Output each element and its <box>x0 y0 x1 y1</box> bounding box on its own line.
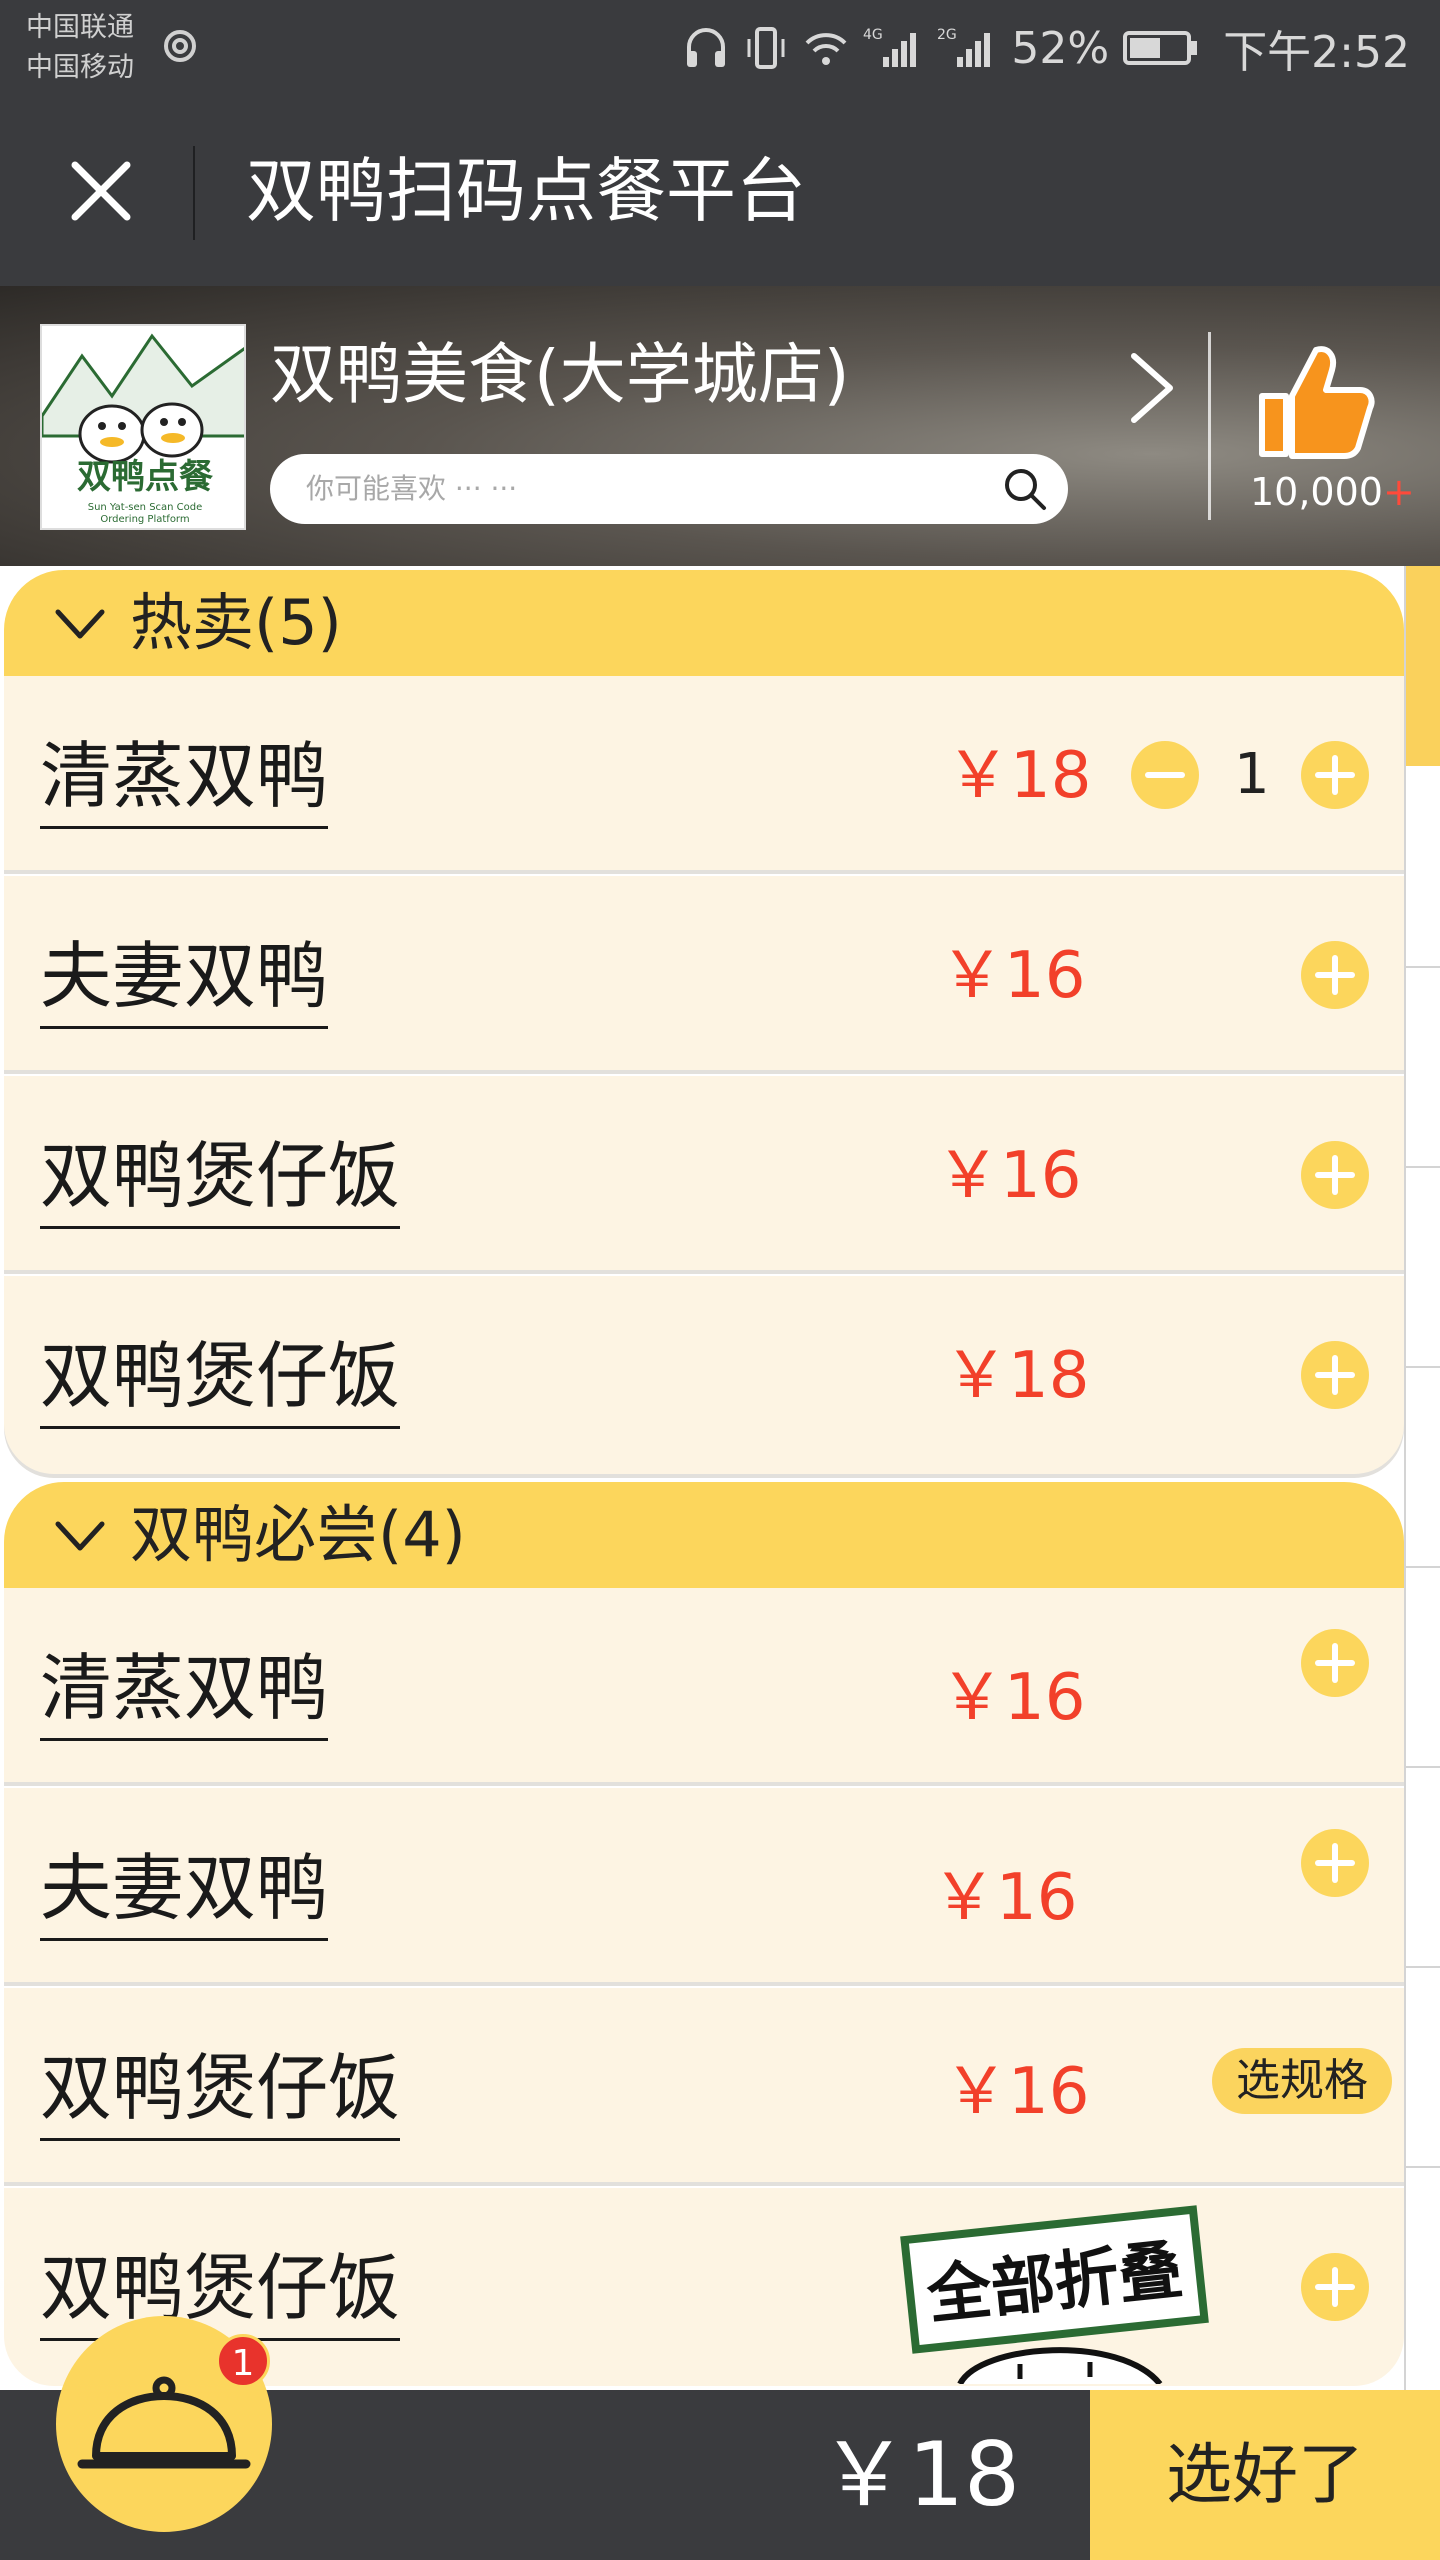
add-button[interactable] <box>1300 1628 1370 1698</box>
item-price: ￥16 <box>936 1139 1082 1213</box>
add-button[interactable] <box>1300 1340 1370 1410</box>
battery-icon <box>1123 31 1198 65</box>
search-icon[interactable] <box>1000 464 1050 514</box>
logo-subtext-1: Sun Yat-sen Scan Code <box>88 502 203 513</box>
section-header[interactable]: 热卖(5) <box>4 570 1404 676</box>
like-count: 10,000+ <box>1250 470 1415 514</box>
menu-item[interactable]: 双鸭煲仔饭 ￥16 <box>4 1076 1404 1274</box>
scroll-tick <box>1406 1566 1440 1568</box>
title-bar: 双鸭扫码点餐平台 <box>0 96 1440 286</box>
add-button[interactable] <box>1300 940 1370 1010</box>
scroll-tick <box>1406 1766 1440 1768</box>
item-price: ￥16 <box>944 2055 1090 2129</box>
menu-item[interactable]: 清蒸双鸭 ￥16 <box>4 1588 1404 1786</box>
item-name[interactable]: 夫妻双鸭 <box>40 926 329 1029</box>
item-name[interactable]: 清蒸双鸭 <box>40 726 329 829</box>
item-quantity: 1 <box>1234 742 1270 807</box>
store-header: 双鸭点餐 Sun Yat-sen Scan Code Ordering Plat… <box>0 286 1440 566</box>
signal-4g-icon: 4G <box>863 27 917 67</box>
battery-percent: 52% <box>1011 22 1110 74</box>
logo-text: 双鸭点餐 <box>77 457 213 497</box>
add-button[interactable] <box>1300 1828 1370 1898</box>
search-input[interactable]: 你可能喜欢 ··· ··· <box>270 454 1068 524</box>
chevron-down-icon[interactable] <box>52 604 108 644</box>
scroll-tick <box>1406 1366 1440 1368</box>
store-logo-graphic: 双鸭点餐 Sun Yat-sen Scan Code Ordering Plat… <box>42 326 244 528</box>
chevron-down-icon[interactable] <box>52 1516 108 1556</box>
section-header[interactable]: 双鸭必尝(4) <box>4 1482 1404 1588</box>
cart-count-badge: 1 <box>216 2334 270 2388</box>
item-name[interactable]: 夫妻双鸭 <box>40 1838 329 1941</box>
item-price: ￥16 <box>932 1861 1078 1935</box>
order-total: ￥18 <box>820 2423 1020 2526</box>
scroll-tick <box>1406 1966 1440 1968</box>
menu-item[interactable]: 清蒸双鸭 ￥18 1 <box>4 676 1404 874</box>
item-price: ￥18 <box>944 1339 1090 1413</box>
item-price: ￥16 <box>940 1661 1086 1735</box>
thumbs-up-icon[interactable] <box>1250 336 1380 466</box>
vibrate-icon <box>747 27 785 69</box>
clock: 下午2:52 <box>1223 27 1410 78</box>
search-placeholder: 你可能喜欢 ··· ··· <box>306 472 518 505</box>
item-name[interactable]: 清蒸双鸭 <box>40 1638 329 1741</box>
add-button[interactable] <box>1300 1140 1370 1210</box>
logo-subtext-2: Ordering Platform <box>100 514 189 525</box>
menu-section-hot: 热卖(5) 清蒸双鸭 ￥18 1 夫妻双鸭 ￥16 双鸭煲仔饭 ￥16 双鸭煲仔… <box>4 570 1404 1480</box>
scroll-indicator[interactable] <box>1406 566 1440 766</box>
title-divider <box>193 146 195 240</box>
close-icon <box>71 161 131 221</box>
item-price: ￥18 <box>946 739 1092 813</box>
status-icons: 4G 2G 52% 下午2:52 <box>683 18 1410 78</box>
checkout-button[interactable]: 选好了 <box>1090 2390 1440 2560</box>
scroll-tick <box>1406 966 1440 968</box>
chevron-right-icon[interactable] <box>1120 348 1180 428</box>
add-button[interactable] <box>1300 740 1370 810</box>
scroll-tick <box>1406 1166 1440 1168</box>
select-spec-button[interactable]: 选规格 <box>1212 2048 1392 2114</box>
signal-2g-icon: 2G <box>937 27 991 67</box>
like-count-suffix: + <box>1382 470 1415 514</box>
menu-item[interactable]: 夫妻双鸭 ￥16 <box>4 876 1404 1074</box>
network-1-label: 4G <box>863 27 883 43</box>
item-name[interactable]: 双鸭煲仔饭 <box>40 1326 401 1429</box>
headphones-icon <box>687 28 726 67</box>
status-bar: 中国联通 中国移动 4G 2G 52% 下午2:52 <box>0 0 1440 96</box>
category-scrollbar[interactable] <box>1404 566 1440 2390</box>
scroll-tick <box>1406 2166 1440 2168</box>
carrier-2: 中国移动 <box>26 52 134 83</box>
menu-item[interactable]: 双鸭煲仔饭 ￥16 选规格 <box>4 1988 1404 2186</box>
network-2-label: 2G <box>937 27 957 43</box>
store-name[interactable]: 双鸭美食(大学城店) <box>270 330 850 420</box>
carrier-1: 中国联通 <box>26 12 134 43</box>
like-count-value: 10,000 <box>1250 470 1383 514</box>
wifi-icon <box>805 33 847 65</box>
menu-list[interactable]: 热卖(5) 清蒸双鸭 ￥18 1 夫妻双鸭 ￥16 双鸭煲仔饭 ￥16 双鸭煲仔… <box>0 566 1440 2390</box>
add-button[interactable] <box>1300 2252 1370 2322</box>
item-name[interactable]: 双鸭煲仔饭 <box>40 2038 401 2141</box>
menu-item[interactable]: 双鸭煲仔饭 ￥18 <box>4 1276 1404 1474</box>
close-button[interactable] <box>56 146 146 236</box>
header-divider <box>1208 332 1211 520</box>
carrier-info: 中国联通 中国移动 <box>26 8 134 88</box>
menu-item[interactable]: 夫妻双鸭 ￥16 <box>4 1788 1404 1986</box>
collapse-all-button[interactable]: 全部折叠 <box>900 2204 1220 2384</box>
item-price: ￥16 <box>940 939 1086 1013</box>
hd-call-icon <box>164 30 196 62</box>
section-label: 双鸭必尝(4) <box>130 1498 466 1571</box>
store-logo: 双鸭点餐 Sun Yat-sen Scan Code Ordering Plat… <box>40 324 246 530</box>
decrease-button[interactable] <box>1130 740 1200 810</box>
item-name[interactable]: 双鸭煲仔饭 <box>40 1126 401 1229</box>
section-label: 热卖(5) <box>130 586 342 659</box>
page-title: 双鸭扫码点餐平台 <box>246 150 806 232</box>
